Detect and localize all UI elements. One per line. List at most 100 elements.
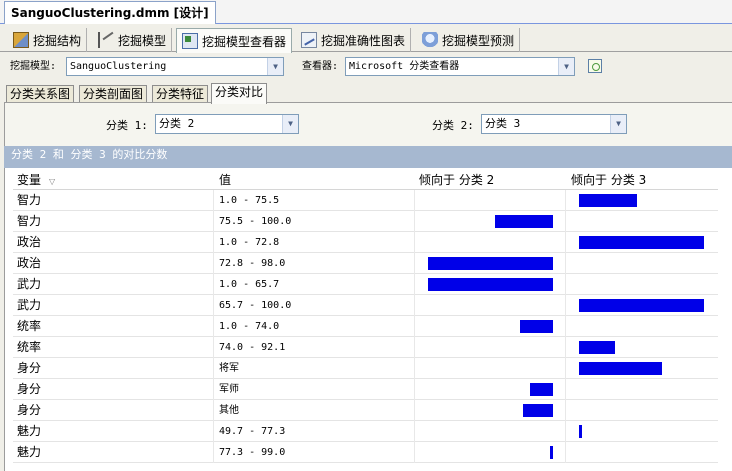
- lift-chart-icon: [301, 32, 317, 48]
- table-row[interactable]: 武力 1.0 - 65.7: [13, 274, 718, 295]
- chevron-down-icon[interactable]: ▼: [610, 115, 626, 133]
- cluster1-select[interactable]: 分类 2 ▼: [155, 114, 299, 134]
- tab-label: 挖掘结构: [33, 33, 82, 48]
- column-header-favors-cluster3[interactable]: 倾向于 分类 3: [571, 171, 646, 190]
- favors-cluster2-bar: [530, 383, 553, 396]
- table-row[interactable]: 政治 1.0 - 72.8: [13, 232, 718, 253]
- table-row[interactable]: 身分 军师: [13, 379, 718, 400]
- column-separator: [565, 379, 566, 400]
- value-cell: 65.7 - 100.0: [219, 300, 292, 311]
- cluster2-select[interactable]: 分类 3 ▼: [481, 114, 627, 134]
- tab-label: 挖掘模型查看器: [202, 34, 287, 49]
- sort-down-icon: ▽: [49, 177, 56, 186]
- column-separator: [565, 442, 566, 463]
- column-separator: [414, 274, 415, 295]
- column-separator: [414, 421, 415, 442]
- cluster1-label: 分类 1:: [106, 119, 148, 132]
- mining-model-value: SanguoClustering: [70, 61, 167, 72]
- column-separator: [213, 400, 214, 421]
- tab-mining-models[interactable]: 挖掘模型: [93, 28, 173, 52]
- tab-cluster-profiles[interactable]: 分类剖面图: [79, 85, 148, 103]
- table-row[interactable]: 武力 65.7 - 100.0: [13, 295, 718, 316]
- variable-cell: 身分: [17, 382, 42, 396]
- favors-cluster2-bar: [520, 320, 553, 333]
- variable-cell: 智力: [17, 193, 42, 207]
- table-row[interactable]: 统率 1.0 - 74.0: [13, 316, 718, 337]
- column-separator: [565, 358, 566, 379]
- chevron-down-icon[interactable]: ▼: [267, 58, 283, 75]
- value-cell: 72.8 - 98.0: [219, 258, 286, 269]
- viewer-select[interactable]: Microsoft 分类查看器 ▼: [345, 57, 575, 76]
- cluster-selector-row: 分类 1: 分类 2 ▼ 分类 2: 分类 3 ▼: [5, 103, 732, 147]
- column-separator: [213, 379, 214, 400]
- column-separator: [414, 295, 415, 316]
- tab-cluster-diagram[interactable]: 分类关系图: [6, 85, 75, 103]
- document-tab[interactable]: SanguoClustering.dmm [设计]: [4, 1, 216, 24]
- chevron-down-icon[interactable]: ▼: [282, 115, 298, 133]
- tab-label: 挖掘准确性图表: [321, 33, 406, 48]
- column-separator: [213, 211, 214, 232]
- variable-cell: 身分: [17, 361, 42, 375]
- viewer-label: 查看器:: [302, 61, 339, 72]
- mining-model-select[interactable]: SanguoClustering ▼: [66, 57, 284, 76]
- table-row[interactable]: 政治 72.8 - 98.0: [13, 253, 718, 274]
- column-separator: [565, 274, 566, 295]
- grid-header: 变量 ▽ 值 倾向于 分类 2 倾向于 分类 3: [13, 171, 718, 190]
- mining-structure-icon: [13, 32, 29, 48]
- column-separator: [414, 211, 415, 232]
- document-tab-strip: SanguoClustering.dmm [设计]: [0, 0, 732, 24]
- table-row[interactable]: 魅力 77.3 - 99.0: [13, 442, 718, 463]
- column-header-variable[interactable]: 变量 ▽: [17, 171, 55, 190]
- column-separator: [565, 421, 566, 442]
- cluster2-value: 分类 3: [485, 117, 521, 130]
- table-row[interactable]: 身分 其他: [13, 400, 718, 421]
- column-separator: [414, 316, 415, 337]
- value-cell: 1.0 - 65.7: [219, 279, 280, 290]
- tab-label: 挖掘模型: [118, 33, 167, 48]
- table-row[interactable]: 统率 74.0 - 92.1: [13, 337, 718, 358]
- column-separator: [414, 379, 415, 400]
- column-header-value[interactable]: 值: [219, 171, 231, 190]
- variable-cell: 武力: [17, 277, 42, 291]
- mining-model-viewer-icon: [182, 33, 198, 49]
- value-cell: 将军: [219, 363, 239, 374]
- favors-cluster2-bar: [523, 404, 553, 417]
- column-separator: [565, 400, 566, 421]
- designer-tabs: 挖掘结构 挖掘模型 挖掘模型查看器 挖掘准确性图表 挖掘模型预测: [0, 28, 732, 53]
- tab-mining-model-viewer[interactable]: 挖掘模型查看器: [176, 28, 293, 53]
- table-row[interactable]: 智力 75.5 - 100.0: [13, 211, 718, 232]
- table-row[interactable]: 身分 将军: [13, 358, 718, 379]
- value-cell: 77.3 - 99.0: [219, 447, 286, 458]
- tab-mining-structure[interactable]: 挖掘结构: [8, 28, 88, 52]
- value-cell: 1.0 - 74.0: [219, 321, 280, 332]
- value-cell: 其他: [219, 405, 239, 416]
- refresh-icon[interactable]: [588, 59, 602, 73]
- column-separator: [565, 211, 566, 232]
- table-row[interactable]: 魅力 49.7 - 77.3: [13, 421, 718, 442]
- table-row[interactable]: 智力 1.0 - 75.5: [13, 190, 718, 211]
- tab-mining-accuracy-chart[interactable]: 挖掘准确性图表: [296, 28, 412, 52]
- favors-cluster3-bar: [579, 236, 704, 249]
- tab-cluster-characteristics[interactable]: 分类特征: [152, 85, 209, 103]
- variable-cell: 武力: [17, 298, 42, 312]
- favors-cluster3-bar: [579, 341, 615, 354]
- variable-cell: 魅力: [17, 424, 42, 438]
- model-selector-row: 挖掘模型: SanguoClustering ▼ 查看器: Microsoft …: [0, 53, 732, 79]
- tab-mining-model-prediction[interactable]: 挖掘模型预测: [417, 28, 521, 52]
- column-separator: [565, 337, 566, 358]
- column-header-label: 变量: [17, 173, 42, 187]
- chevron-down-icon[interactable]: ▼: [558, 58, 574, 75]
- prediction-diamond-icon: [422, 32, 438, 48]
- mining-model-label: 挖掘模型:: [10, 61, 57, 72]
- cluster1-value: 分类 2: [159, 117, 195, 130]
- tab-cluster-discrimination[interactable]: 分类对比: [211, 83, 268, 104]
- column-separator: [213, 358, 214, 379]
- cluster2-label: 分类 2:: [432, 119, 474, 132]
- column-header-favors-cluster2[interactable]: 倾向于 分类 2: [419, 171, 494, 190]
- favors-cluster3-bar: [579, 425, 582, 438]
- column-separator: [565, 295, 566, 316]
- value-cell: 75.5 - 100.0: [219, 216, 292, 227]
- column-separator: [213, 232, 214, 253]
- value-cell: 49.7 - 77.3: [219, 426, 286, 437]
- column-separator: [565, 253, 566, 274]
